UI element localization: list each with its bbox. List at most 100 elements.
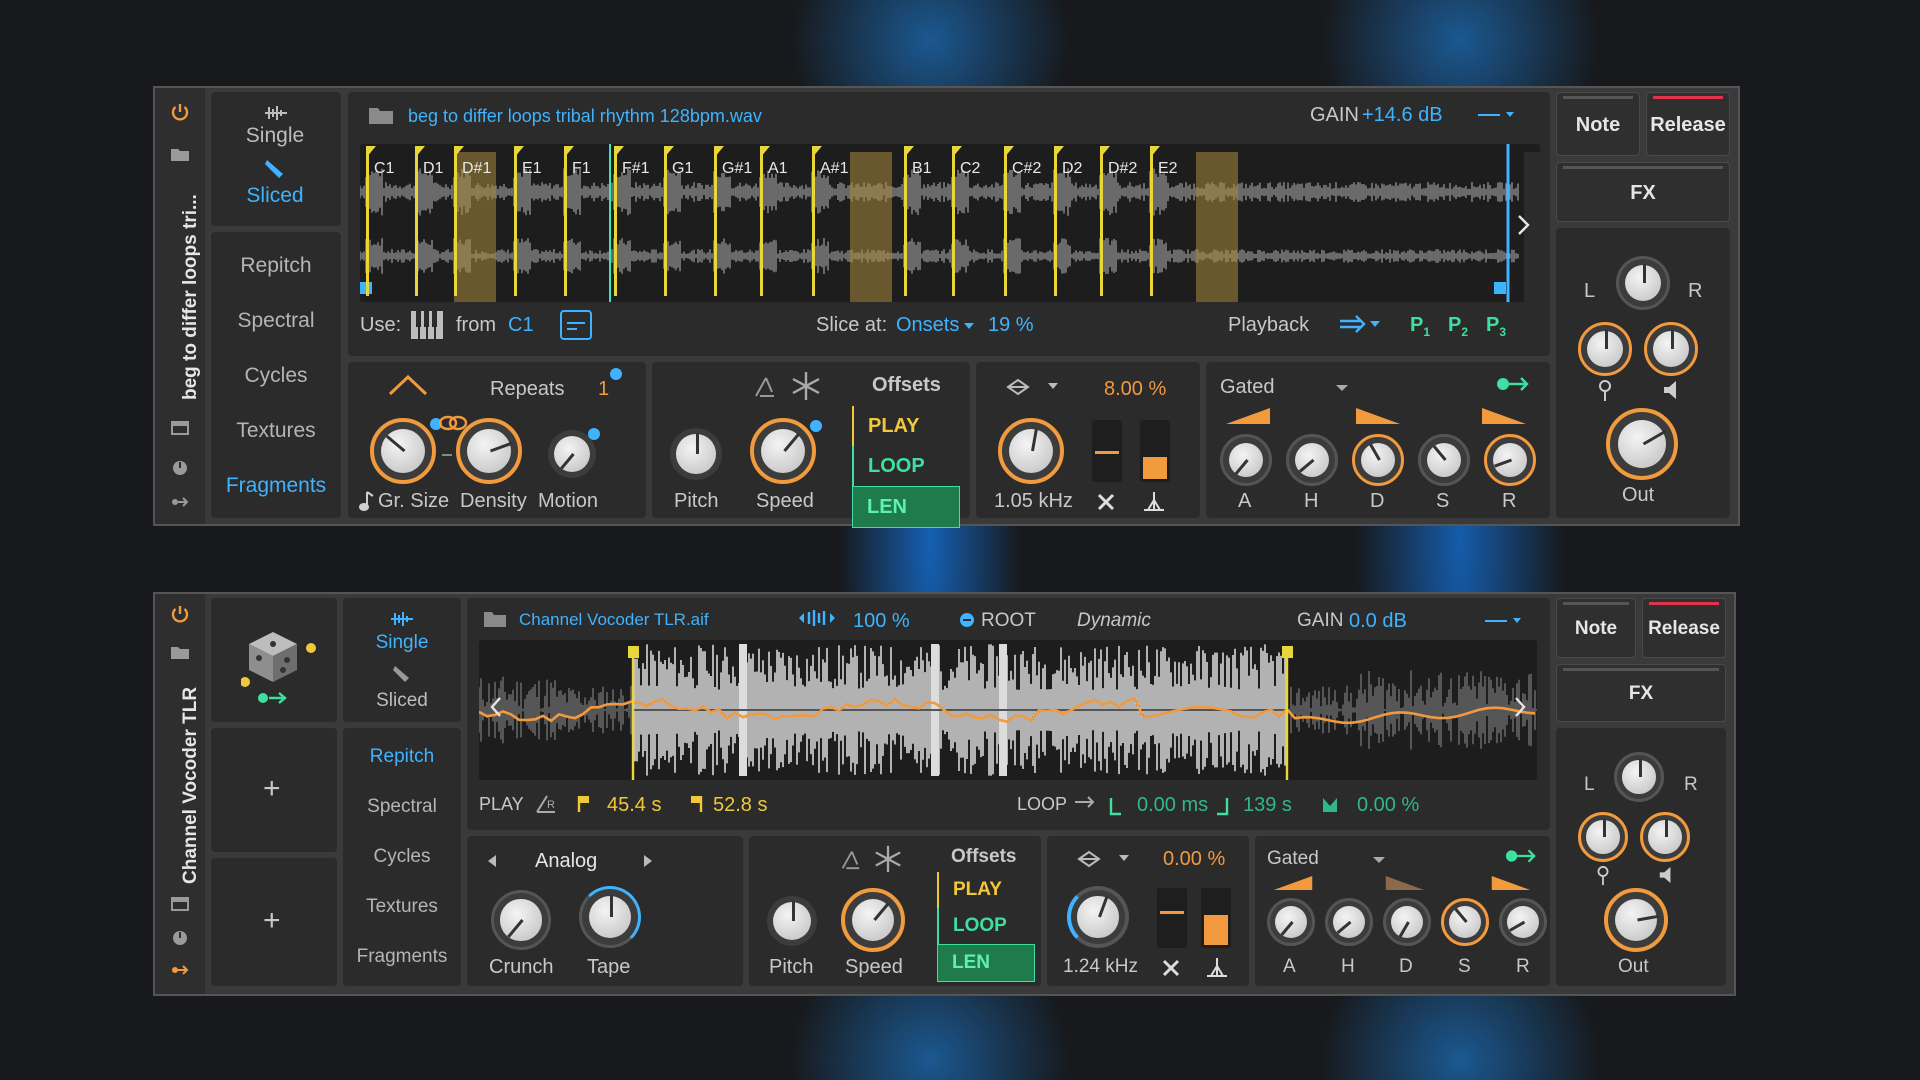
slice-marker[interactable] — [760, 146, 770, 296]
filter-amount[interactable]: 8.00 % — [1104, 378, 1166, 401]
tab-spectral[interactable]: Spectral — [211, 309, 341, 333]
tab-cycles[interactable]: Cycles — [211, 364, 341, 388]
folder-icon[interactable] — [170, 642, 190, 662]
env-mode[interactable]: Gated — [1267, 848, 1319, 870]
fx-button[interactable]: FX — [1556, 162, 1730, 222]
tab-fragments[interactable]: Fragments — [211, 474, 341, 498]
send-knob-2[interactable] — [1640, 812, 1690, 862]
slice-marker[interactable] — [514, 146, 524, 296]
pitch-knob[interactable] — [670, 428, 722, 480]
sustain-knob[interactable] — [1441, 898, 1489, 946]
window-icon[interactable] — [170, 894, 190, 914]
filter-type-icon[interactable] — [1006, 378, 1060, 396]
density-knob[interactable] — [456, 418, 522, 484]
play-start[interactable]: 45.4 s — [607, 794, 661, 817]
mod-dot[interactable] — [610, 368, 622, 380]
mod-dot[interactable] — [810, 420, 822, 432]
release-button[interactable]: Release — [1646, 92, 1730, 156]
note-button[interactable]: Note — [1556, 598, 1636, 658]
tab-cycles[interactable]: Cycles — [343, 846, 461, 868]
tape-knob[interactable] — [579, 886, 641, 948]
tab-textures[interactable]: Textures — [211, 419, 341, 443]
slice-at-value[interactable]: Onsets — [896, 314, 959, 337]
power-icon[interactable] — [170, 604, 190, 624]
filter-type-icon[interactable] — [1077, 850, 1131, 868]
modulator-icon[interactable] — [170, 928, 190, 948]
chevron-right-icon[interactable] — [1516, 214, 1532, 236]
close-x-icon[interactable] — [1161, 958, 1181, 978]
speed-knob[interactable] — [841, 888, 905, 952]
slice-marker[interactable] — [614, 146, 624, 296]
hold-knob[interactable] — [1286, 434, 1338, 486]
chevron-right-icon[interactable] — [1513, 696, 1527, 718]
decay-knob[interactable] — [1352, 434, 1404, 486]
loop-mode-icon[interactable] — [1073, 794, 1097, 810]
slice-marker[interactable] — [415, 146, 425, 296]
tuning-fork-icon[interactable] — [839, 848, 861, 870]
menu-dropdown-icon[interactable] — [1476, 108, 1516, 122]
slice-marker[interactable] — [564, 146, 574, 296]
menu-dropdown-icon[interactable] — [1483, 614, 1523, 628]
modulator-slot-add-1[interactable]: + — [211, 728, 337, 852]
playback-direction-icon[interactable] — [1338, 314, 1382, 334]
root-icon[interactable] — [959, 612, 975, 628]
offset-len[interactable]: LEN — [852, 486, 960, 528]
next-arrow-icon[interactable] — [643, 854, 653, 868]
folder-icon[interactable] — [483, 608, 507, 628]
pan-knob[interactable] — [1616, 256, 1670, 310]
slice-marker[interactable] — [812, 146, 822, 296]
out-knob[interactable] — [1604, 888, 1668, 952]
from-value[interactable]: C1 — [508, 314, 534, 337]
sample-filename[interactable]: beg to differ loops tribal rhythm 128bpm… — [408, 106, 762, 127]
attack-knob[interactable] — [1267, 898, 1315, 946]
send-knob-2[interactable] — [1644, 322, 1698, 376]
reverse-icon[interactable]: R — [535, 794, 557, 814]
p3-button[interactable]: P3 — [1486, 314, 1506, 339]
slice-marker[interactable] — [664, 146, 674, 296]
tab-fragments[interactable]: Fragments — [343, 946, 461, 968]
p1-button[interactable]: P1 — [1410, 314, 1430, 339]
cutoff-value[interactable]: 1.24 kHz — [1063, 956, 1138, 978]
loop-percent[interactable]: 0.00 % — [1357, 794, 1419, 817]
fx-button[interactable]: FX — [1556, 664, 1726, 722]
loop-length[interactable]: 139 s — [1243, 794, 1292, 817]
routing-icon[interactable] — [170, 492, 190, 512]
note-icon[interactable] — [358, 490, 374, 512]
pitch-knob[interactable] — [767, 896, 817, 946]
loop-crossfade[interactable]: 0.00 ms — [1137, 794, 1208, 817]
tab-textures[interactable]: Textures — [343, 896, 461, 918]
slice-marker[interactable] — [366, 146, 376, 296]
attack-knob[interactable] — [1220, 434, 1272, 486]
tuning-fork-icon[interactable] — [752, 374, 776, 398]
slice-marker[interactable] — [1054, 146, 1064, 296]
repeats-value[interactable]: 1 — [598, 378, 609, 401]
decay-knob[interactable] — [1383, 898, 1431, 946]
dynamic-label[interactable]: Dynamic — [1077, 610, 1151, 632]
modulator-slot-add-2[interactable]: + — [211, 858, 337, 986]
cutoff-value[interactable]: 1.05 kHz — [994, 490, 1073, 513]
gain-value[interactable]: 0.0 dB — [1349, 610, 1407, 633]
envelope-shape-icon[interactable] — [388, 374, 428, 396]
slice-marker[interactable] — [1004, 146, 1014, 296]
close-x-icon[interactable] — [1096, 492, 1116, 512]
send-knob-1[interactable] — [1578, 812, 1628, 862]
display-toggle-icon[interactable] — [560, 310, 592, 340]
routing-arrow-icon[interactable] — [1505, 846, 1537, 866]
stretch-icon[interactable] — [797, 608, 837, 628]
play-end[interactable]: 52.8 s — [713, 794, 767, 817]
chevron-left-icon[interactable] — [489, 696, 503, 718]
slice-threshold[interactable]: 19 % — [988, 314, 1034, 337]
folder-icon[interactable] — [170, 144, 190, 164]
slice-marker[interactable] — [1150, 146, 1160, 296]
sample-waveform[interactable] — [479, 640, 1537, 780]
modulator-icon[interactable] — [170, 458, 190, 478]
freeze-snowflake-icon[interactable] — [790, 370, 822, 402]
resonance-icon[interactable] — [1205, 956, 1229, 978]
offset-len[interactable]: LEN — [937, 944, 1035, 982]
release-knob[interactable] — [1484, 434, 1536, 486]
filter-fader-1[interactable] — [1157, 888, 1187, 948]
slice-marker[interactable] — [952, 146, 962, 296]
offset-loop[interactable]: LOOP — [937, 908, 1035, 944]
window-icon[interactable] — [170, 418, 190, 438]
offset-loop[interactable]: LOOP — [852, 446, 960, 486]
